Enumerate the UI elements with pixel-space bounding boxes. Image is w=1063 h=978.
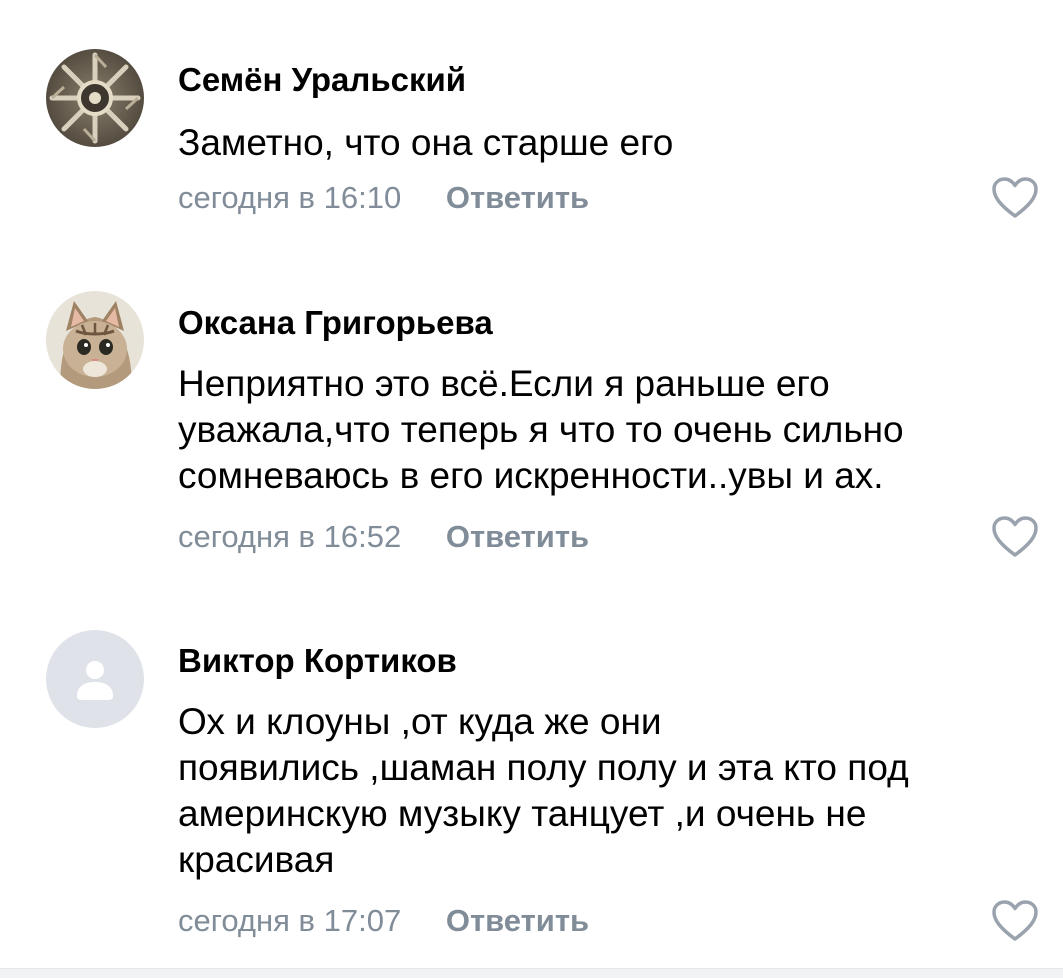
reply-button[interactable]: Ответить bbox=[446, 901, 589, 941]
comment-text-line: уважала,что теперь я что то очень сильно bbox=[178, 409, 904, 450]
comment-text-line: Заметно, что она старше его bbox=[178, 122, 674, 163]
comment-text: Ох и клоуны ,от куда же они появились ,ш… bbox=[178, 699, 1018, 883]
comment-meta: сегодня в 16:52 Ответить bbox=[178, 517, 589, 557]
comment-author[interactable]: Семён Уральский bbox=[178, 60, 466, 100]
like-button[interactable] bbox=[990, 899, 1040, 943]
comment-timestamp: сегодня в 17:07 bbox=[178, 903, 402, 938]
heart-outline-icon bbox=[992, 900, 1038, 941]
comment-meta: сегодня в 17:07 Ответить bbox=[178, 901, 589, 941]
reply-button[interactable]: Ответить bbox=[446, 517, 589, 557]
comment-author[interactable]: Виктор Кортиков bbox=[178, 641, 457, 681]
comment-meta: сегодня в 16:10 Ответить bbox=[178, 178, 589, 218]
avatar[interactable] bbox=[46, 291, 144, 389]
heart-outline-icon bbox=[992, 177, 1038, 218]
comment-text-line: сомневаюсь в его искренности..увы и ах. bbox=[178, 455, 884, 496]
bottom-divider bbox=[0, 968, 1063, 978]
like-button[interactable] bbox=[990, 515, 1040, 559]
kitten-avatar-icon bbox=[46, 291, 144, 389]
comment-text-line: Неприятно это всё.Если я раньше его bbox=[178, 363, 830, 404]
ornament-avatar-icon bbox=[46, 49, 144, 147]
comment-text-line: появились ,шаман полу полу и эта кто под bbox=[178, 747, 909, 788]
heart-outline-icon bbox=[992, 516, 1038, 557]
avatar[interactable] bbox=[46, 630, 144, 728]
avatar[interactable] bbox=[46, 49, 144, 147]
comment-timestamp: сегодня в 16:52 bbox=[178, 519, 402, 554]
comment-text-line: америнскую музыку танцует ,и очень не bbox=[178, 793, 867, 834]
comment-text: Неприятно это всё.Если я раньше его уваж… bbox=[178, 361, 1018, 499]
comment-text-line: Ох и клоуны ,от куда же они bbox=[178, 701, 662, 742]
comment-timestamp: сегодня в 16:10 bbox=[178, 180, 402, 215]
default-user-avatar-icon bbox=[46, 630, 144, 728]
comment-author[interactable]: Оксана Григорьева bbox=[178, 303, 493, 343]
reply-button[interactable]: Ответить bbox=[446, 178, 589, 218]
comment-text: Заметно, что она старше его bbox=[178, 120, 1018, 166]
comment-text-line: красивая bbox=[178, 839, 335, 880]
like-button[interactable] bbox=[990, 176, 1040, 220]
